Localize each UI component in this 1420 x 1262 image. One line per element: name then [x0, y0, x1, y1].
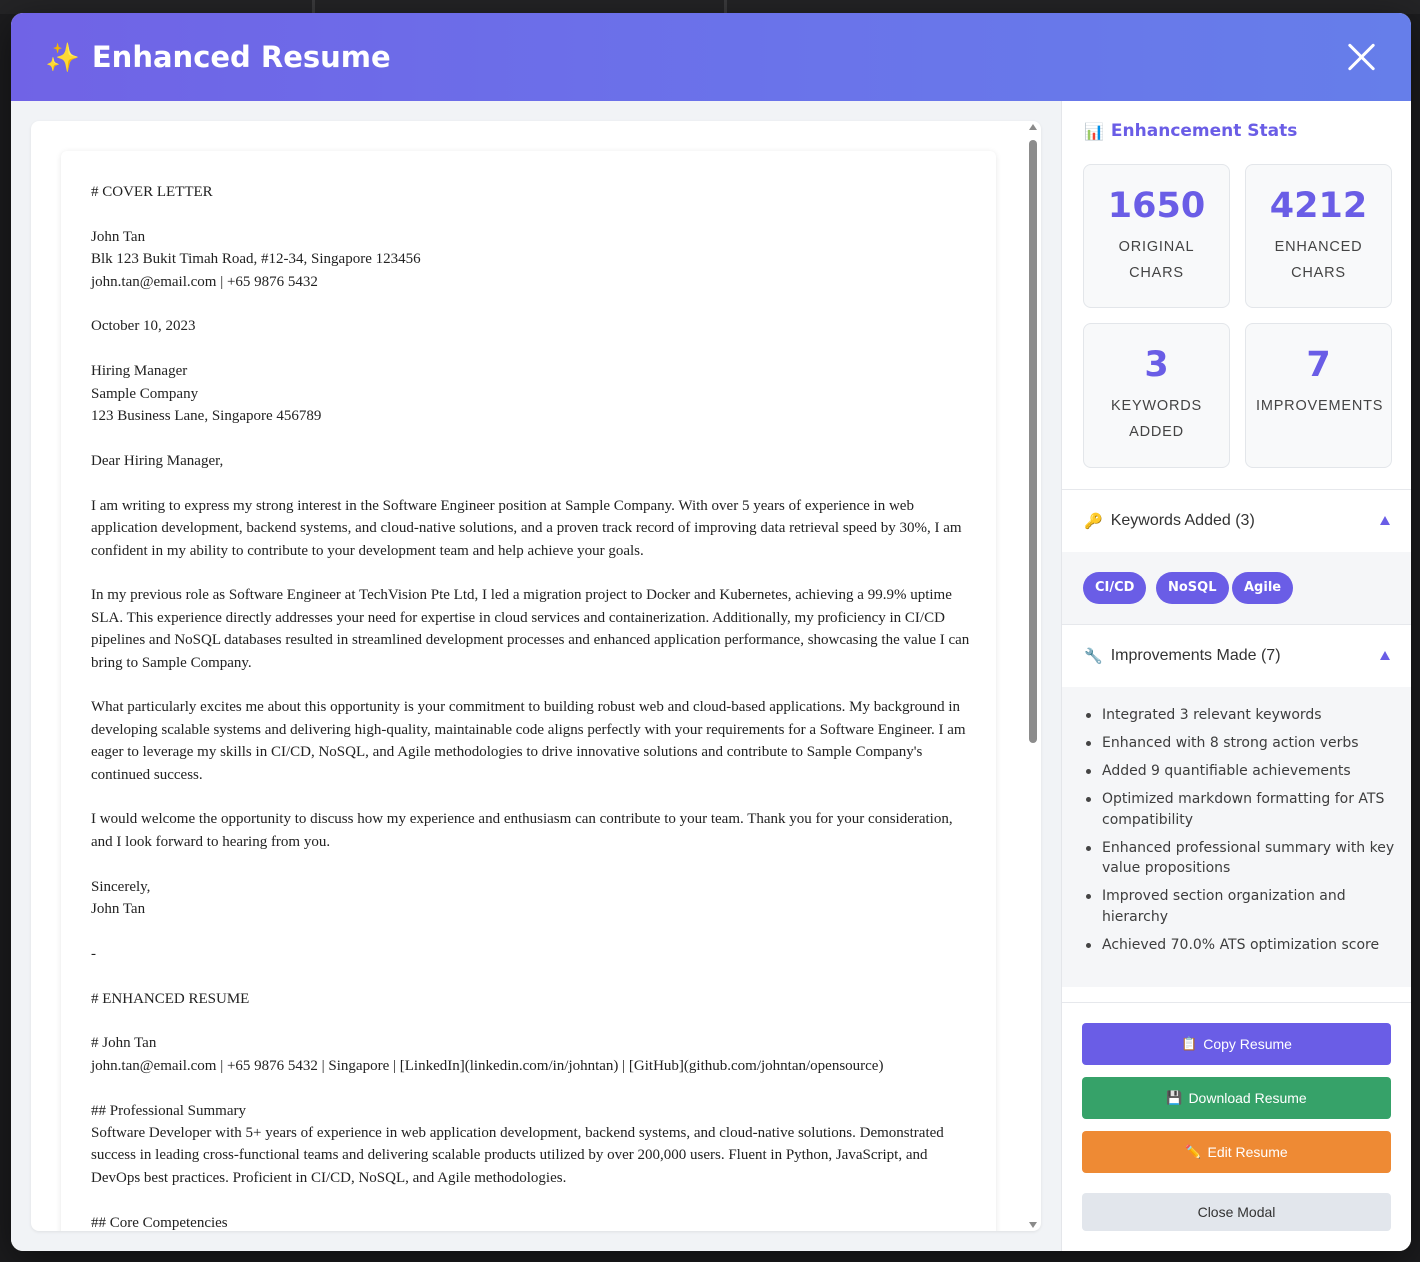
keyword-chip[interactable]: NoSQL [1156, 572, 1229, 604]
button-label: Download Resume [1188, 1090, 1307, 1106]
improvements-section-title: Improvements Made (7) [1110, 647, 1281, 664]
scroll-up-arrow-icon[interactable] [1029, 124, 1037, 130]
edit-resume-button[interactable]: ✏️ Edit Resume [1082, 1131, 1391, 1173]
stats-title: 📊 Enhancement Stats [1084, 121, 1297, 141]
backdrop-divider [312, 0, 315, 14]
collapse-arrow-icon[interactable] [1380, 516, 1390, 525]
keywords-section-title: Keywords Added (3) [1110, 512, 1255, 529]
improvements-section-header[interactable]: 🔧 Improvements Made (7) [1062, 625, 1411, 687]
pencil-icon: ✏️ [1185, 1144, 1202, 1159]
stat-value: 1650 [1107, 186, 1206, 226]
keyword-chip[interactable]: Agile [1232, 572, 1294, 604]
wrench-icon: 🔧 [1084, 647, 1103, 665]
button-label: Copy Resume [1203, 1036, 1292, 1052]
copy-resume-button[interactable]: 📋 Copy Resume [1082, 1023, 1391, 1065]
scrollbar-thumb[interactable] [1029, 140, 1037, 743]
list-item: Improved section organization and hierar… [1084, 886, 1399, 927]
button-label: Edit Resume [1207, 1144, 1288, 1160]
page-backdrop [0, 0, 1420, 14]
improvements-section-body: Integrated 3 relevant keywords Enhanced … [1062, 687, 1411, 987]
stats-sidebar: 📊 Enhancement Stats 1650 ORIGINAL CHARS … [1061, 101, 1411, 1251]
stat-card-original-chars: 1650 ORIGINAL CHARS [1083, 164, 1230, 308]
stat-label: ENHANCED CHARS [1274, 239, 1363, 281]
stat-label: KEYWORDS ADDED [1111, 398, 1202, 440]
backdrop-divider [724, 0, 727, 14]
list-item: Added 9 quantifiable achievements [1084, 761, 1399, 782]
list-item: Integrated 3 relevant keywords [1084, 705, 1399, 726]
stat-card-keywords-added: 3 KEYWORDS ADDED [1083, 323, 1230, 468]
key-icon: 🔑 [1084, 512, 1103, 530]
stat-label: IMPROVEMENTS [1256, 398, 1384, 414]
document-paper: # COVER LETTER John Tan Blk 123 Bukit Ti… [61, 151, 996, 1231]
floppy-disk-icon: 💾 [1166, 1090, 1183, 1105]
stat-label: ORIGINAL CHARS [1118, 239, 1195, 281]
stat-value: 7 [1306, 345, 1331, 385]
improvements-list: Integrated 3 relevant keywords Enhanced … [1084, 705, 1399, 963]
document-scroll-panel[interactable]: # COVER LETTER John Tan Blk 123 Bukit Ti… [31, 121, 1041, 1231]
collapse-arrow-icon[interactable] [1380, 651, 1390, 660]
stat-card-enhanced-chars: 4212 ENHANCED CHARS [1245, 164, 1392, 308]
list-item: Enhanced professional summary with key v… [1084, 838, 1399, 879]
modal-title: ✨ Enhanced Resume [45, 37, 391, 77]
stat-value: 3 [1144, 345, 1169, 385]
stats-title-text: Enhancement Stats [1110, 121, 1298, 141]
keyword-chip[interactable]: CI/CD [1083, 572, 1147, 604]
enhanced-resume-modal: ✨ Enhanced Resume # COVER LETTER John Ta… [11, 13, 1411, 1251]
scroll-down-arrow-icon[interactable] [1029, 1222, 1037, 1228]
modal-header: ✨ Enhanced Resume [11, 13, 1411, 101]
section-divider [1062, 1002, 1411, 1003]
list-item: Optimized markdown formatting for ATS co… [1084, 789, 1399, 830]
keywords-section-header[interactable]: 🔑 Keywords Added (3) [1062, 490, 1411, 552]
sparkles-icon: ✨ [45, 40, 80, 74]
document-area: # COVER LETTER John Tan Blk 123 Bukit Ti… [11, 101, 1061, 1251]
bar-chart-icon: 📊 [1084, 121, 1104, 141]
download-resume-button[interactable]: 💾 Download Resume [1082, 1077, 1391, 1119]
close-modal-button[interactable]: Close Modal [1082, 1193, 1391, 1231]
stat-card-improvements: 7 IMPROVEMENTS [1245, 323, 1392, 468]
keywords-section-body: CI/CD NoSQL Agile [1062, 552, 1411, 624]
document-scrollbar[interactable] [1025, 121, 1041, 1231]
modal-title-text: Enhanced Resume [91, 40, 391, 74]
list-item: Achieved 70.0% ATS optimization score [1084, 935, 1399, 956]
list-item: Enhanced with 8 strong action verbs [1084, 733, 1399, 754]
stat-value: 4212 [1269, 186, 1368, 226]
button-label: Close Modal [1197, 1204, 1276, 1220]
close-icon[interactable] [1345, 41, 1377, 73]
resume-document-text: # COVER LETTER John Tan Blk 123 Bukit Ti… [91, 184, 970, 1231]
clipboard-icon: 📋 [1181, 1036, 1198, 1051]
